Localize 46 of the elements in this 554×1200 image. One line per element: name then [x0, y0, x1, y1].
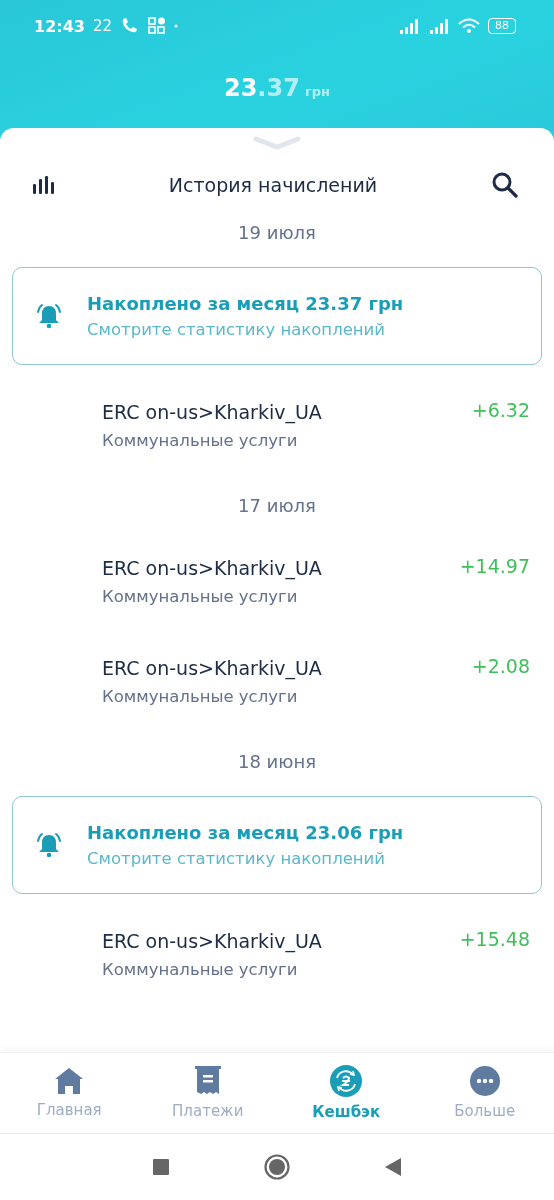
home-button[interactable]	[264, 1154, 290, 1180]
bell-icon	[35, 831, 63, 859]
nav-tab[interactable]: Кешбэк	[277, 1053, 416, 1133]
cashback-balance: 23.37 грн	[222, 74, 332, 102]
transaction-amount: +6.32	[471, 399, 530, 421]
search-icon[interactable]	[492, 172, 518, 198]
recents-button[interactable]	[152, 1158, 170, 1176]
bar-chart-icon[interactable]	[32, 176, 54, 194]
wifi-icon	[458, 18, 480, 34]
statistics-link[interactable]: Смотрите статистику накоплений	[87, 320, 404, 339]
nav-tab[interactable]: Больше	[415, 1053, 554, 1133]
apps-icon	[148, 17, 167, 35]
transaction-category: Коммунальные услуги	[102, 430, 299, 450]
temperature: 22	[92, 17, 113, 35]
transaction-amount: +2.08	[471, 655, 530, 677]
date-heading: 19 июля	[238, 221, 316, 243]
bell-icon	[35, 302, 63, 330]
receipt-icon	[194, 1066, 221, 1096]
nav-tab[interactable]: Платежи	[138, 1053, 277, 1133]
transaction-name: ERC on-us>Kharkiv_UA	[102, 556, 322, 579]
dot-icon	[174, 24, 179, 28]
transaction-category: Коммунальные услуги	[102, 686, 299, 706]
more-icon	[469, 1066, 500, 1096]
home-icon	[54, 1067, 85, 1095]
screen-title: История начислений	[168, 174, 378, 196]
transaction-name: ERC on-us>Kharkiv_UA	[102, 400, 322, 423]
transaction-name: ERC on-us>Kharkiv_UA	[102, 656, 322, 679]
transaction-category: Коммунальные услуги	[102, 586, 299, 606]
status-time: 12:43	[34, 16, 85, 36]
transaction-amount: +14.97	[459, 555, 530, 577]
back-button[interactable]	[384, 1157, 402, 1177]
battery-indicator: 88	[488, 18, 516, 34]
summary-card[interactable]: Накоплено за месяц 23.06 грн Смотрите статистику накоплений	[12, 796, 542, 894]
summary-title: Накоплено за месяц 23.37 грн	[87, 293, 404, 314]
date-heading: 17 июля	[238, 494, 316, 516]
date-heading: 18 июня	[237, 750, 317, 772]
transaction-amount: +15.48	[459, 928, 530, 950]
transaction-category: Коммунальные услуги	[102, 959, 299, 979]
summary-title: Накоплено за месяц 23.06 грн	[87, 822, 404, 843]
signal-icon	[398, 18, 420, 34]
nav-tab[interactable]: Главная	[0, 1053, 139, 1133]
transaction-name: ERC on-us>Kharkiv_UA	[102, 929, 322, 952]
statistics-link[interactable]: Смотрите статистику накоплений	[87, 849, 404, 868]
summary-card[interactable]: Накоплено за месяц 23.37 грн Смотрите статистику накоплений	[12, 267, 542, 365]
cashback-icon	[330, 1065, 363, 1097]
signal-icon	[428, 18, 450, 34]
